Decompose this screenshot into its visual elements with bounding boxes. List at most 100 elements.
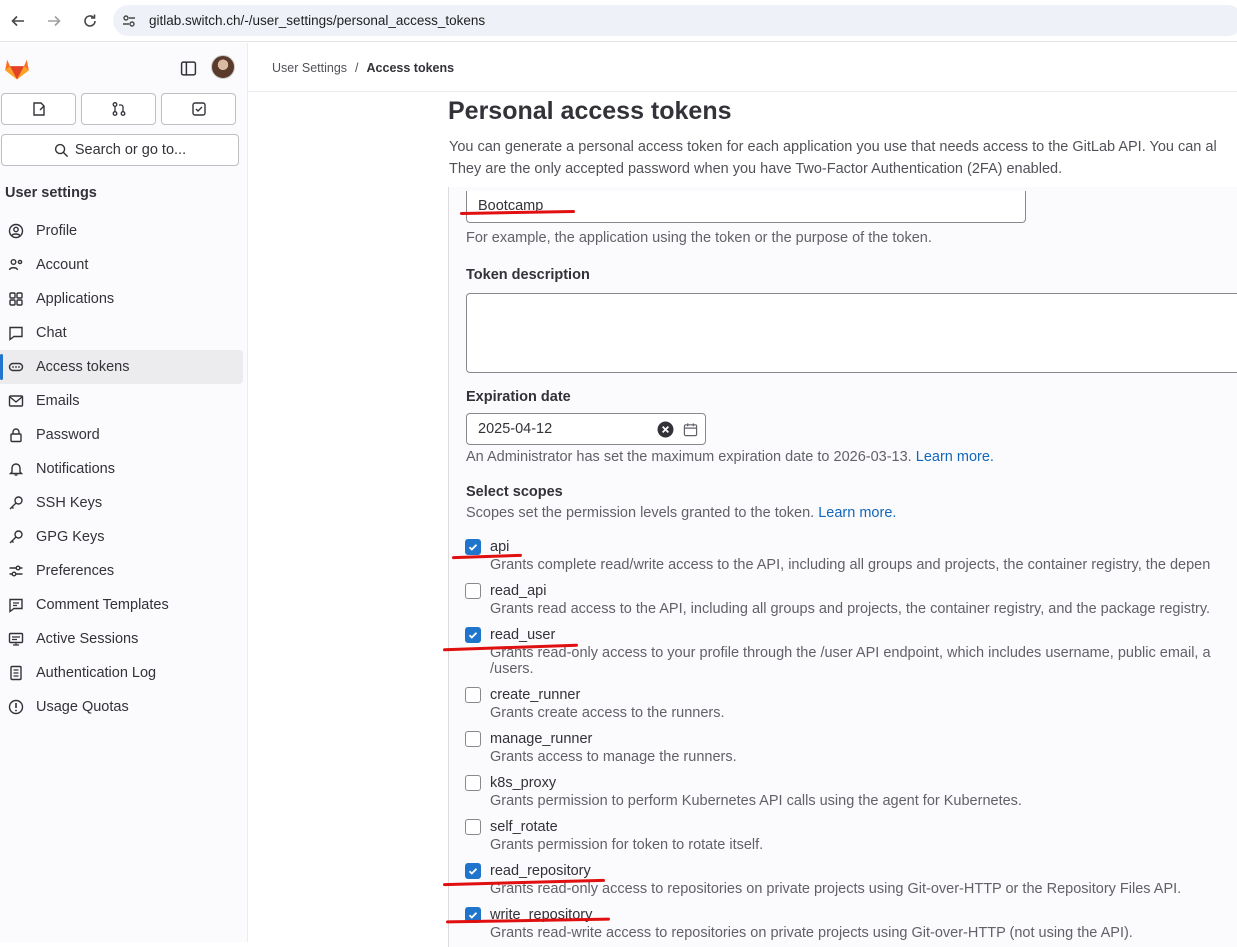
sidebar-item-label: Active Sessions	[36, 631, 139, 647]
sidebar-item-label: Notifications	[36, 461, 115, 477]
clear-icon[interactable]	[657, 421, 674, 438]
scope-checkbox[interactable]	[465, 731, 481, 747]
log-icon	[8, 665, 24, 681]
scope-description: Grants read-only access to your profile …	[490, 645, 1211, 661]
sidebar-item-account[interactable]: Account	[0, 248, 243, 282]
scope-checkbox[interactable]	[465, 539, 481, 555]
sidebar-item-chat[interactable]: Chat	[0, 316, 243, 350]
lock-icon	[8, 427, 24, 443]
scope-read-user: read_user Grants read-only access to you…	[465, 625, 1211, 677]
sidebar-item-label: GPG Keys	[36, 529, 105, 545]
search-label: Search or go to...	[74, 142, 187, 158]
calendar-icon[interactable]	[683, 422, 698, 437]
reload-icon[interactable]	[72, 3, 108, 39]
avatar[interactable]	[211, 55, 235, 79]
page-title: Personal access tokens	[448, 97, 732, 125]
site-info-icon[interactable]	[121, 13, 137, 29]
scopes-learn-more-link[interactable]: Learn more.	[818, 505, 896, 521]
todo-button[interactable]	[161, 93, 236, 125]
browser-toolbar: gitlab.switch.ch/-/user_settings/persona…	[0, 0, 1237, 42]
scope-api: api Grants complete read/write access to…	[465, 537, 1210, 573]
check-icon	[468, 632, 478, 639]
sidebar-item-label: Authentication Log	[36, 665, 157, 681]
scope-checkbox[interactable]	[465, 627, 481, 643]
scope-name: read_api	[490, 583, 547, 599]
sidebar-item-label: Emails	[36, 393, 80, 409]
scope-name: api	[490, 539, 510, 555]
scope-self-rotate: self_rotate Grants permission for token …	[465, 817, 763, 853]
sidebar: Search or go to... User settings Profile…	[0, 43, 248, 942]
sidebar-item-authentication-log[interactable]: Authentication Log	[0, 656, 243, 690]
token-name-input[interactable]: Bootcamp	[466, 191, 1026, 223]
scope-name: k8s_proxy	[490, 775, 557, 791]
sidebar-item-preferences[interactable]: Preferences	[0, 554, 243, 588]
breadcrumb-current[interactable]: Access tokens	[367, 61, 455, 75]
scope-k8s-proxy: k8s_proxy Grants permission to perform K…	[465, 773, 1022, 809]
sidebar-item-label: Profile	[36, 223, 78, 239]
select-scopes-label: Select scopes	[466, 484, 563, 500]
search-icon	[54, 143, 68, 157]
profile-icon	[8, 223, 24, 239]
scope-description: Grants create access to the runners.	[490, 705, 725, 721]
sidebar-item-label: Access tokens	[36, 359, 130, 375]
scope-description: Grants read-write access to repositories…	[490, 925, 1133, 941]
scope-checkbox[interactable]	[465, 775, 481, 791]
sidebar-item-notifications[interactable]: Notifications	[0, 452, 243, 486]
forward-icon[interactable]	[36, 3, 72, 39]
token-description-textarea[interactable]	[466, 293, 1237, 373]
monitor-icon	[8, 631, 24, 647]
sidebar-item-label: Chat	[36, 325, 67, 341]
scope-checkbox[interactable]	[465, 863, 481, 879]
sidebar-item-label: Password	[36, 427, 100, 443]
issues-icon	[32, 102, 45, 116]
scope-description: Grants access to manage the runners.	[490, 749, 737, 765]
intro-line-2: They are the only accepted password when…	[449, 161, 1063, 177]
scope-description: Grants permission for token to rotate it…	[490, 837, 764, 853]
sidebar-item-access-tokens[interactable]: Access tokens	[0, 350, 243, 384]
sidebar-toggle-icon[interactable]	[180, 60, 197, 77]
chat-icon	[8, 325, 24, 341]
sidebar-item-emails[interactable]: Emails	[0, 384, 243, 418]
back-icon[interactable]	[0, 3, 36, 39]
sidebar-item-password[interactable]: Password	[0, 418, 243, 452]
sidebar-nav: Profile Account Applications Chat Access…	[0, 214, 243, 724]
scope-name: read_repository	[490, 863, 591, 879]
sidebar-item-profile[interactable]: Profile	[0, 214, 243, 248]
applications-icon	[8, 291, 24, 307]
breadcrumb-parent-link[interactable]: User Settings	[272, 61, 347, 75]
url-text: gitlab.switch.ch/-/user_settings/persona…	[149, 13, 486, 28]
key-icon	[8, 495, 24, 511]
expiration-help: An Administrator has set the maximum exp…	[466, 449, 994, 465]
scope-checkbox[interactable]	[465, 687, 481, 703]
gitlab-logo-icon[interactable]	[3, 54, 31, 82]
sidebar-item-active-sessions[interactable]: Active Sessions	[0, 622, 243, 656]
sidebar-item-applications[interactable]: Applications	[0, 282, 243, 316]
scope-name: read_user	[490, 627, 556, 643]
expiration-date-input[interactable]: 2025-04-12	[466, 413, 706, 445]
scope-checkbox[interactable]	[465, 583, 481, 599]
scope-checkbox[interactable]	[465, 819, 481, 835]
token-description-label: Token description	[466, 267, 590, 283]
scope-description: Grants permission to perform Kubernetes …	[490, 793, 1022, 809]
sidebar-item-gpg-keys[interactable]: GPG Keys	[0, 520, 243, 554]
merge-requests-button[interactable]	[81, 93, 156, 125]
intro-line-1: You can generate a personal access token…	[449, 139, 1217, 155]
sidebar-item-ssh-keys[interactable]: SSH Keys	[0, 486, 243, 520]
search-button[interactable]: Search or go to...	[1, 134, 239, 166]
comment-icon	[8, 597, 24, 613]
sidebar-item-label: Usage Quotas	[36, 699, 129, 715]
scope-description: Grants read access to the API, including…	[490, 601, 1211, 617]
token-name-help: For example, the application using the t…	[466, 230, 932, 246]
scope-manage-runner: manage_runner Grants access to manage th…	[465, 729, 737, 765]
sidebar-item-label: Comment Templates	[36, 597, 169, 613]
issues-button[interactable]	[1, 93, 76, 125]
check-icon	[468, 868, 478, 875]
preferences-icon	[8, 563, 24, 579]
sidebar-item-comment-templates[interactable]: Comment Templates	[0, 588, 243, 622]
expiration-learn-more-link[interactable]: Learn more.	[916, 449, 994, 465]
address-bar[interactable]: gitlab.switch.ch/-/user_settings/persona…	[113, 5, 1237, 36]
sidebar-item-usage-quotas[interactable]: Usage Quotas	[0, 690, 243, 724]
mail-icon	[8, 393, 24, 409]
sidebar-item-label: Preferences	[36, 563, 115, 579]
breadcrumb-separator: /	[355, 61, 359, 75]
